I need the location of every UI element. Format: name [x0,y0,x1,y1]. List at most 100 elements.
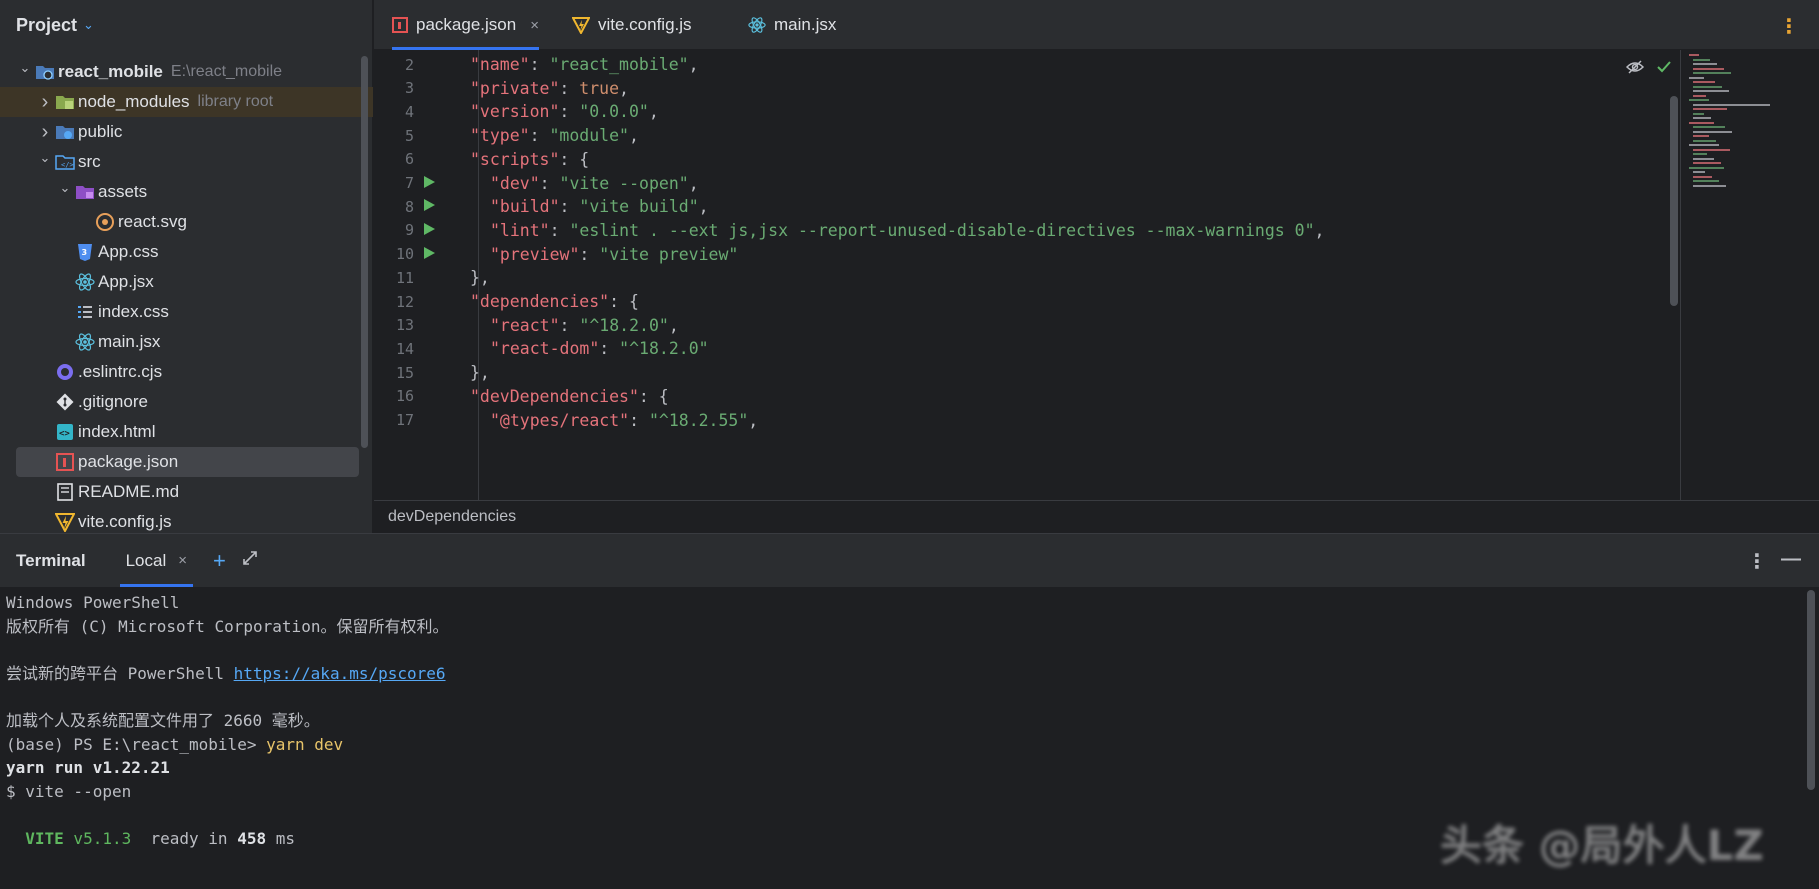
tab-label: main.jsx [774,15,837,34]
tree-item-app-jsx[interactable]: App.jsx [0,267,373,297]
run-script-icon[interactable] [422,245,438,264]
code-token: : [579,244,600,264]
chevron-right-icon[interactable]: › [36,91,54,114]
minimap-line [1693,72,1731,74]
eye-hidden-icon[interactable] [1626,60,1644,74]
tree-item-src[interactable]: ⌄ </> src [0,147,373,177]
tree-item-node-modules[interactable]: › node_modules library root [0,87,373,117]
new-terminal-icon[interactable]: + [213,548,226,574]
code-text: "name": "react_mobile", [470,55,699,74]
run-script-icon[interactable] [422,221,438,240]
minimap-line [1693,81,1715,83]
project-view-selector[interactable]: Project ⌄ [0,0,373,50]
terminal-text: 458 [237,828,267,848]
code-token: : [539,173,560,193]
tree-item-label: src [78,152,101,171]
code-text: "devDependencies": { [470,387,669,406]
terminal-link[interactable]: https://aka.ms/pscore6 [234,664,446,683]
run-script-icon[interactable] [422,197,438,216]
breadcrumb-item[interactable]: devDependencies [388,508,516,526]
tree-item-app-css[interactable]: 3 App.css [0,237,373,267]
code-text: "private": true, [470,79,629,98]
terminal-text: $ vite --open [6,781,132,801]
tree-item-label: index.html [78,422,156,441]
chevron-down-icon[interactable]: ⌄ [36,150,54,166]
tree-item-index-css[interactable]: index.css [0,297,373,327]
tree-item-react-mobile[interactable]: ⌄ react_mobile E:\react_mobile [0,57,373,87]
chevron-right-icon[interactable]: › [36,121,54,144]
terminal-title: Terminal [16,550,86,570]
line-number: 4 [404,102,414,121]
tree-item-gitignore[interactable]: .gitignore [0,387,373,417]
tab-vite-config[interactable]: vite.config.js [572,0,692,50]
chevron-down-icon[interactable]: ⌄ [56,180,74,196]
run-script-icon[interactable] [422,174,438,193]
code-token: "scripts" [470,149,560,169]
tab-main-jsx[interactable]: main.jsx [748,0,836,50]
tree-item-main-jsx[interactable]: main.jsx [0,327,373,357]
line-number: 5 [404,126,414,145]
code-token: , [688,55,699,74]
markdown-file-icon [54,481,76,503]
terminal-tab-local[interactable]: Local × [119,534,194,587]
tree-item-eslintrc-cjs[interactable]: .eslintrc.cjs [0,357,373,387]
tree-item-index-html[interactable]: <> index.html [0,417,373,447]
minimap-line [1693,94,1706,97]
code-token: , [628,126,639,146]
code-minimap[interactable] [1680,50,1819,500]
line-number: 12 [395,292,414,311]
code-token: : [559,197,580,217]
terminal-line: 加载个人及系统配置文件用了 2660 毫秒。 [6,709,1796,733]
library-folder-icon [54,91,76,113]
terminal-text: 尝试新的跨平台 PowerShell [6,663,234,683]
terminal-text: Windows PowerShell [6,593,180,612]
tree-item-assets[interactable]: ⌄ assets [0,177,373,207]
close-tab-icon[interactable]: × [178,552,187,569]
code-text: "react": "^18.2.0", [490,316,679,335]
chevron-down-icon: ⌄ [83,17,94,32]
source-folder-icon: </> [54,151,76,173]
code-editor[interactable]: 2 "name": "react_mobile", 3 "private": true… [374,50,1664,500]
minimize-icon[interactable]: — [1781,548,1801,571]
terminal-scrollbar[interactable] [1807,590,1815,790]
tree-item-label: main.jsx [98,332,161,351]
code-text: "react-dom": "^18.2.0" [490,339,709,358]
expand-icon[interactable] [242,550,258,571]
line-number: 11 [395,268,414,287]
terminal-options-icon[interactable]: ⋮ [1747,549,1767,574]
tree-item-label: .gitignore [78,392,148,411]
code-token: , [648,102,659,122]
code-line[interactable]: 17 "@types/react": "^18.2.55", [374,407,1664,434]
tree-item-package-json[interactable]: package.json [16,447,359,477]
tree-item-hint: library root [197,93,274,110]
tree-item-public[interactable]: › public [0,117,373,147]
module-folder-icon [34,61,56,83]
minimap-line [1693,112,1704,115]
project-tree-scrollbar[interactable] [361,56,368,448]
eslint-file-icon [54,361,76,383]
code-token: , [619,78,629,98]
editor-tabs-menu-icon[interactable]: ⋮ [1779,14,1799,39]
terminal-text: yarn run v1.22.21 [6,758,170,778]
close-tab-icon[interactable]: × [530,17,539,34]
minimap-line [1689,166,1724,169]
project-title: Project [16,14,78,35]
npm-file-icon [392,17,408,33]
line-number: 3 [404,79,414,98]
tree-item-readme-md[interactable]: README.md [0,477,373,507]
chevron-down-icon[interactable]: ⌄ [16,60,34,76]
editor-tab-bar: package.json × vite.config.js main.jsx ⋮ [374,0,1819,50]
code-token: "dev" [490,173,540,193]
code-token: : { [638,386,669,406]
react-file-icon [74,331,96,353]
minimap-line [1689,144,1719,146]
stylesheet-file-icon [74,301,96,323]
minimap-line [1689,76,1704,79]
editor-scrollbar-thumb[interactable] [1670,96,1678,306]
tab-package-json[interactable]: package.json × [392,0,539,50]
terminal-line: Windows PowerShell [6,591,1796,615]
minimap-line [1693,184,1726,187]
tree-item-react-svg[interactable]: react.svg [0,207,373,237]
terminal-line: 尝试新的跨平台 PowerShell https://aka.ms/pscore… [6,662,1796,686]
code-text: "preview": "vite preview" [490,245,738,264]
